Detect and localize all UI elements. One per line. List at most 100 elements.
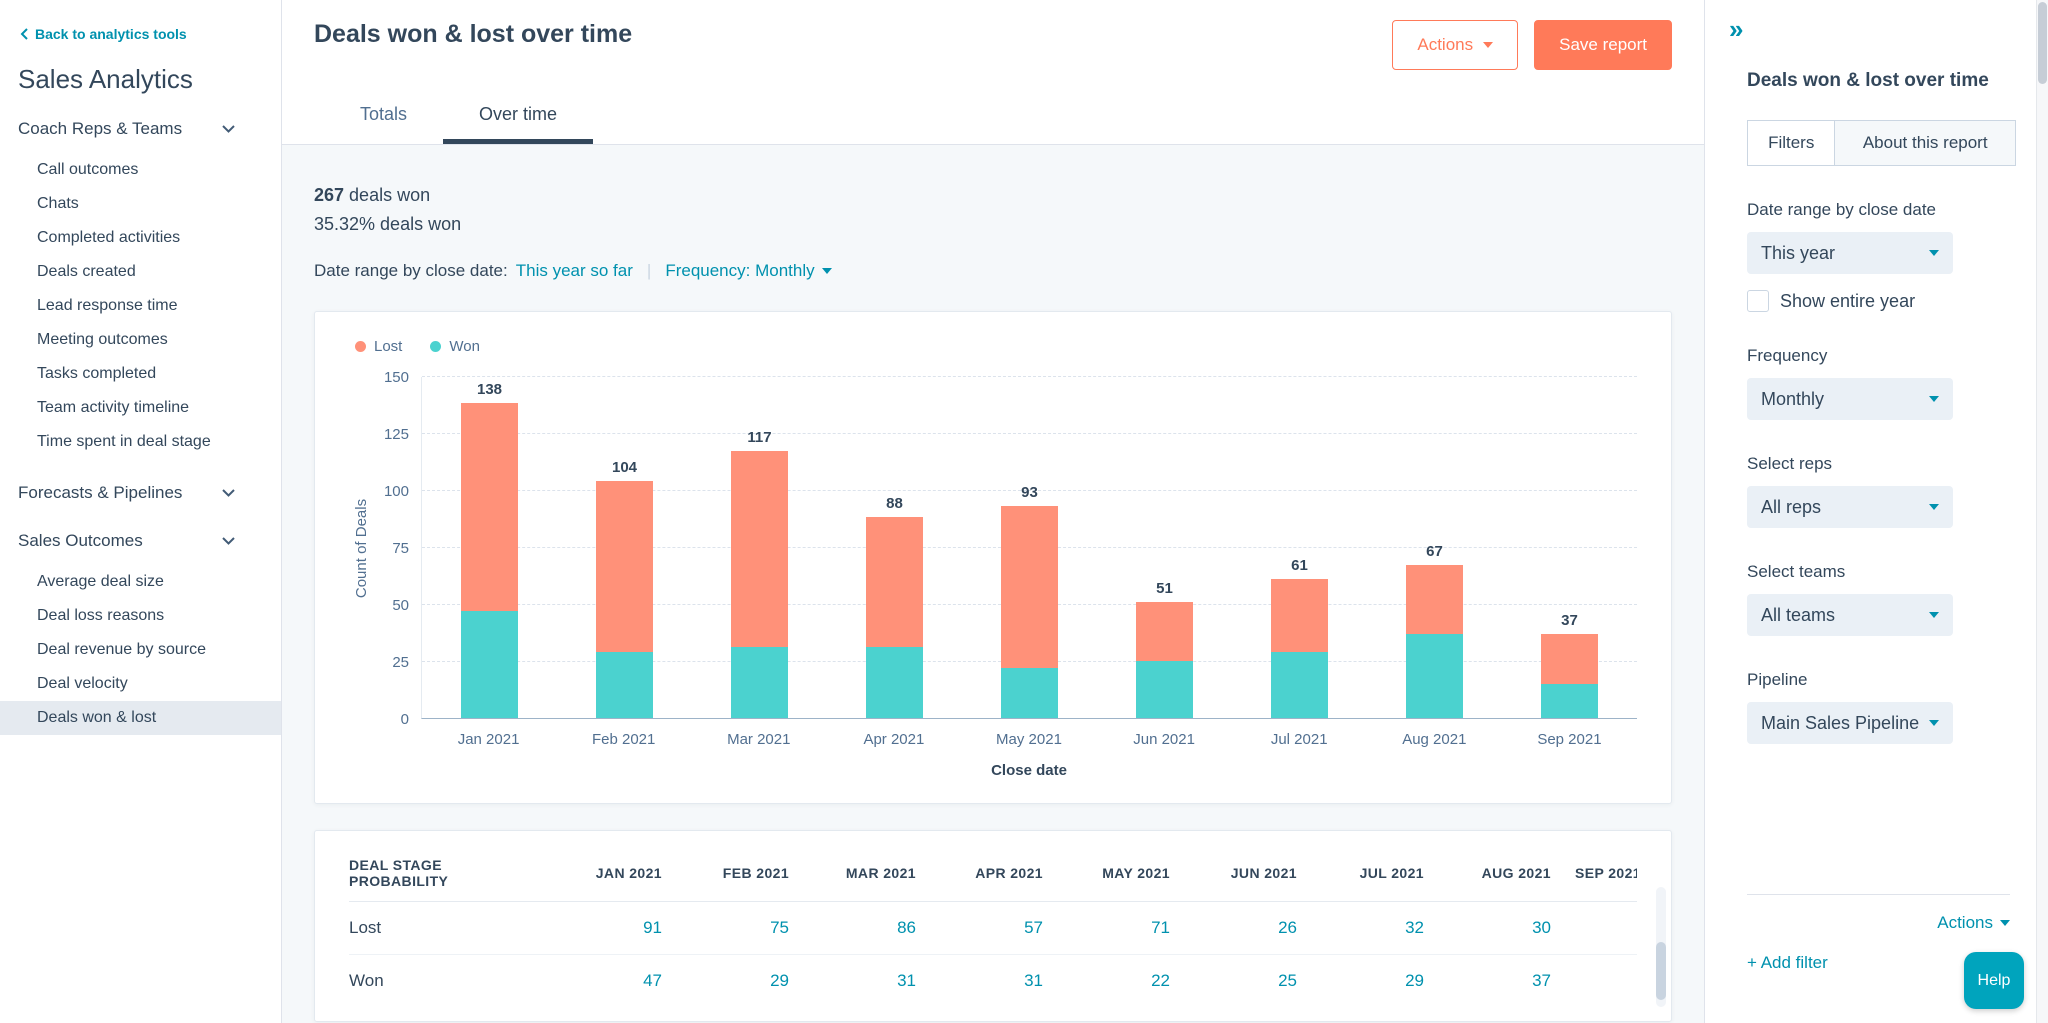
bar-segment-won[interactable] xyxy=(1271,651,1328,718)
bar-segment-won[interactable] xyxy=(1406,633,1463,718)
select-teams-select[interactable]: All teams xyxy=(1747,594,1953,636)
tab-filters[interactable]: Filters xyxy=(1747,120,1836,166)
bar-segment-won[interactable] xyxy=(596,651,653,718)
table-value[interactable]: 29 xyxy=(1321,954,1448,1007)
date-range-link[interactable]: This year so far xyxy=(516,261,633,281)
bar-may-2021[interactable]: 93 xyxy=(962,377,1097,718)
bar-total-label: 93 xyxy=(1021,483,1038,501)
table-value[interactable]: 91 xyxy=(559,902,686,955)
sidebar-item-time-spent-in-deal-stage[interactable]: Time spent in deal stage xyxy=(0,425,281,459)
bar-sep-2021[interactable]: 37 xyxy=(1502,377,1637,718)
page-scrollbar[interactable] xyxy=(2036,0,2048,1023)
bar-jan-2021[interactable]: 138 xyxy=(422,377,557,718)
bar-aug-2021[interactable]: 67 xyxy=(1367,377,1502,718)
bar-segment-lost[interactable] xyxy=(866,517,923,648)
bar-segment-won[interactable] xyxy=(731,647,788,718)
bar-segment-lost[interactable] xyxy=(1001,505,1058,668)
sidebar-section-forecasts-pipelines[interactable]: Forecasts & Pipelines xyxy=(0,469,281,517)
sidebar-item-call-outcomes[interactable]: Call outcomes xyxy=(0,153,281,187)
y-axis-title: Count of Deals xyxy=(353,498,371,598)
bar-segment-lost[interactable] xyxy=(1136,601,1193,661)
sidebar-item-completed-activities[interactable]: Completed activities xyxy=(0,221,281,255)
help-button[interactable]: Help xyxy=(1964,952,2024,1009)
table-value[interactable]: 57 xyxy=(940,902,1067,955)
save-report-button[interactable]: Save report xyxy=(1534,20,1672,70)
sidebar-section-sales-outcomes[interactable]: Sales Outcomes xyxy=(0,517,281,565)
chevron-down-icon xyxy=(1929,612,1939,618)
bar-segment-lost[interactable] xyxy=(1541,633,1598,684)
sidebar-section-coach-reps-teams[interactable]: Coach Reps & Teams xyxy=(0,105,281,153)
bar-segment-lost[interactable] xyxy=(1271,578,1328,652)
table-scrollbar-thumb[interactable] xyxy=(1656,942,1666,1000)
select-reps-select[interactable]: All reps xyxy=(1747,486,1953,528)
page-scrollbar-thumb[interactable] xyxy=(2038,2,2047,84)
bar-feb-2021[interactable]: 104 xyxy=(557,377,692,718)
sidebar-item-deal-velocity[interactable]: Deal velocity xyxy=(0,667,281,701)
add-filter-link[interactable]: + Add filter xyxy=(1747,953,1828,973)
sidebar-item-average-deal-size[interactable]: Average deal size xyxy=(0,565,281,599)
row-label: Won xyxy=(349,954,559,1007)
table-value[interactable]: 71 xyxy=(1067,902,1194,955)
actions-button[interactable]: Actions xyxy=(1392,20,1519,70)
tab-about-this-report[interactable]: About this report xyxy=(1835,120,2016,166)
bar-segment-lost[interactable] xyxy=(596,480,653,652)
legend-item-won[interactable]: Won xyxy=(430,338,480,355)
sidebar-item-tasks-completed[interactable]: Tasks completed xyxy=(0,357,281,391)
tab-over-time[interactable]: Over time xyxy=(443,90,594,144)
bar-segment-won[interactable] xyxy=(461,610,518,718)
date-range-select[interactable]: This year xyxy=(1747,232,1953,274)
tab-totals[interactable]: Totals xyxy=(324,90,443,144)
bar-segment-won[interactable] xyxy=(1541,683,1598,718)
table-value[interactable]: 32 xyxy=(1321,902,1448,955)
frequency-select[interactable]: Monthly xyxy=(1747,378,1953,420)
date-range-filter-label: Date range by close date xyxy=(1747,200,1937,219)
collapse-panel-icon[interactable]: » xyxy=(1729,16,1743,42)
sidebar-item-team-activity-timeline[interactable]: Team activity timeline xyxy=(0,391,281,425)
table-scrollbar[interactable] xyxy=(1656,887,1666,1007)
table-value[interactable]: 75 xyxy=(686,902,813,955)
table-value[interactable]: 29 xyxy=(686,954,813,1007)
bar-jun-2021[interactable]: 51 xyxy=(1097,377,1232,718)
table-value[interactable]: 47 xyxy=(559,954,686,1007)
bar-segment-won[interactable] xyxy=(866,647,923,718)
pipeline-select[interactable]: Main Sales Pipeline xyxy=(1747,702,1953,744)
sidebar-item-deals-created[interactable]: Deals created xyxy=(0,255,281,289)
table-value[interactable]: 37 xyxy=(1448,954,1575,1007)
table-value[interactable]: 31 xyxy=(940,954,1067,1007)
table-value[interactable]: 30 xyxy=(1448,902,1575,955)
panel-actions-link[interactable]: Actions xyxy=(1937,913,2010,933)
bar-segment-lost[interactable] xyxy=(731,451,788,648)
chevron-down-icon xyxy=(1483,42,1494,48)
sidebar-item-deal-revenue-by-source[interactable]: Deal revenue by source xyxy=(0,633,281,667)
table-value[interactable]: 25 xyxy=(1194,954,1321,1007)
bar-segment-lost[interactable] xyxy=(461,403,518,611)
table-value[interactable]: 31 xyxy=(813,954,940,1007)
bar-mar-2021[interactable]: 117 xyxy=(692,377,827,718)
sidebar: Back to analytics tools Sales Analytics … xyxy=(0,0,282,1023)
sidebar-item-meeting-outcomes[interactable]: Meeting outcomes xyxy=(0,323,281,357)
bar-apr-2021[interactable]: 88 xyxy=(827,377,962,718)
sidebar-item-chats[interactable]: Chats xyxy=(0,187,281,221)
select-teams-label: Select teams xyxy=(1747,562,1846,581)
back-link[interactable]: Back to analytics tools xyxy=(0,26,281,42)
legend-item-lost[interactable]: Lost xyxy=(355,338,402,355)
show-entire-year-checkbox[interactable] xyxy=(1747,290,1769,312)
sidebar-item-deals-won-lost[interactable]: Deals won & lost xyxy=(0,701,281,735)
table-header-deal-stage: DEAL STAGE PROBABILITY xyxy=(349,847,559,902)
frequency-link-label: Frequency: Monthly xyxy=(665,261,815,280)
sidebar-item-lead-response-time[interactable]: Lead response time xyxy=(0,289,281,323)
bar-segment-won[interactable] xyxy=(1001,667,1058,718)
chevron-down-icon xyxy=(1929,504,1939,510)
table-header-month: JUL 2021 xyxy=(1321,847,1448,902)
table-value[interactable]: 22 xyxy=(1067,954,1194,1007)
frequency-link[interactable]: Frequency: Monthly xyxy=(665,261,832,281)
deals-won-count: 267 deals won xyxy=(314,185,1672,206)
bar-segment-lost[interactable] xyxy=(1406,565,1463,634)
plot-area: 138 104 117 88 93 51 61 67 37 xyxy=(421,376,1637,719)
bar-segment-won[interactable] xyxy=(1136,661,1193,718)
sidebar-item-deal-loss-reasons[interactable]: Deal loss reasons xyxy=(0,599,281,633)
bar-jul-2021[interactable]: 61 xyxy=(1232,377,1367,718)
table-value[interactable]: 26 xyxy=(1194,902,1321,955)
table-value[interactable]: 86 xyxy=(813,902,940,955)
chevron-down-icon xyxy=(1929,396,1939,402)
